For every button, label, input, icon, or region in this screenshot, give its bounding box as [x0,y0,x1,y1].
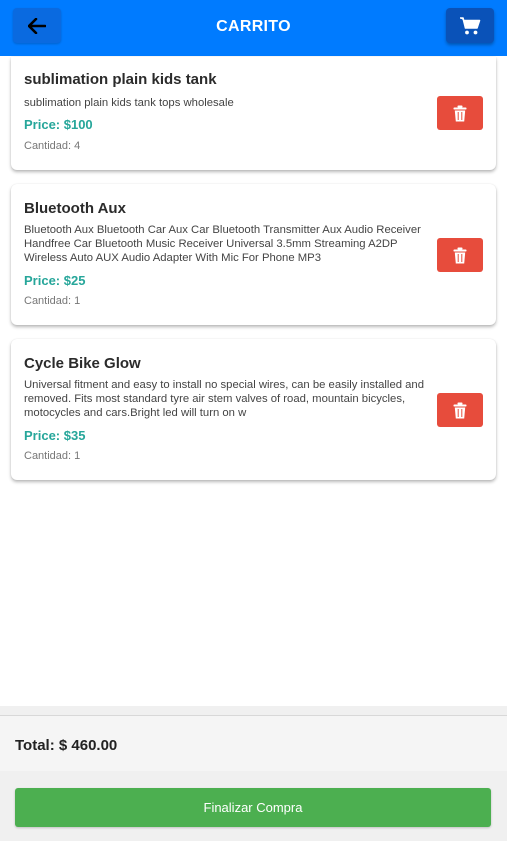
app-header: CARRITO [0,0,507,56]
delete-button[interactable] [437,238,483,272]
cart-button[interactable] [446,8,494,43]
delete-button[interactable] [437,96,483,130]
product-description: sublimation plain kids tank tops wholesa… [24,97,234,109]
trash-icon [453,105,467,121]
product-name: Bluetooth Aux [24,200,126,217]
product-quantity: Cantidad: 4 [24,140,81,152]
product-price: Price: $35 [24,428,86,443]
page-title: CARRITO [216,18,291,35]
cart-item: sublimation plain kids tank sublimation … [11,57,496,170]
cart-total: Total: $ 460.00 [15,737,118,754]
checkout-button[interactable]: Finalizar Compra [15,788,491,827]
product-name: sublimation plain kids tank [24,71,217,88]
product-description: Universal fitment and easy to install no… [24,379,424,419]
product-quantity: Cantidad: 1 [24,295,81,307]
trash-icon [453,402,467,418]
product-description: Bluetooth Aux Bluetooth Car Aux Car Blue… [24,224,421,264]
product-price: Price: $25 [24,273,86,288]
trash-icon [453,247,467,263]
product-quantity: Cantidad: 1 [24,450,81,462]
shopping-cart-icon [460,16,481,34]
product-name: Cycle Bike Glow [24,355,141,372]
cart-item: Bluetooth Aux Bluetooth Aux Bluetooth Ca… [11,184,496,325]
product-price: Price: $100 [24,117,93,132]
delete-button[interactable] [437,393,483,427]
cart-footer: Total: $ 460.00 Finalizar Compra [0,715,507,841]
cart-item: Cycle Bike Glow Universal fitment and ea… [11,339,496,480]
footer-divider [0,706,507,715]
